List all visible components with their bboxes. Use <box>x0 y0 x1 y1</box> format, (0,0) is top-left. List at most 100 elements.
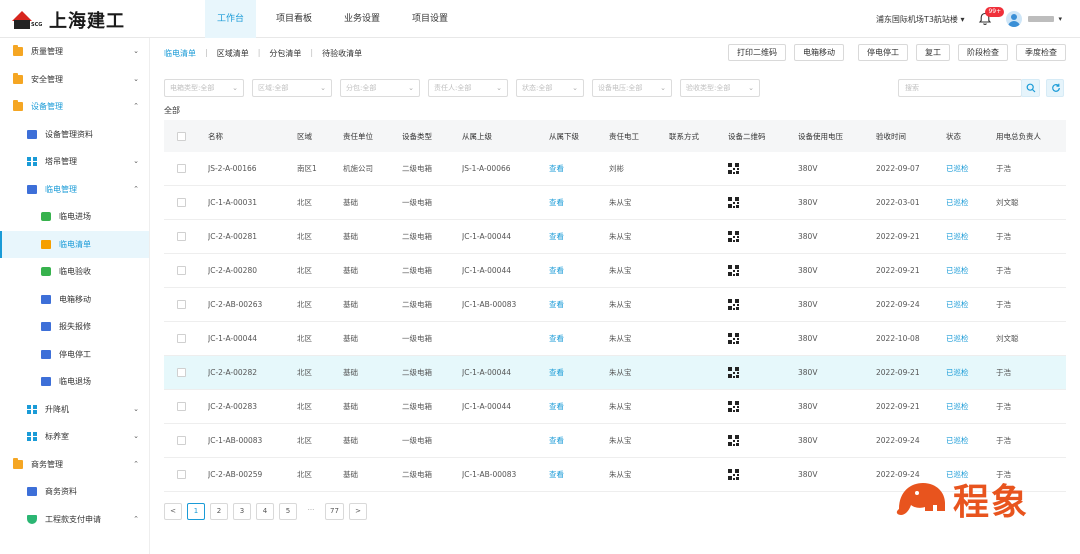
sidebar-item-0[interactable]: 质量管理 ⌄ <box>0 38 149 66</box>
search-input[interactable]: 搜索 <box>898 79 1022 97</box>
qr-code-icon[interactable] <box>728 299 739 310</box>
avatar[interactable] <box>1006 11 1023 27</box>
sidebar-item-10[interactable]: 报失报修 <box>0 313 149 341</box>
action-button-3[interactable]: 复工 <box>916 44 950 61</box>
chevron-down-icon[interactable]: ⌄ <box>133 47 139 55</box>
qr-code-icon[interactable] <box>728 163 739 174</box>
view-children-link[interactable]: 查看 <box>549 231 609 242</box>
sidebar-item-15[interactable]: 商务管理 ⌃ <box>0 451 149 479</box>
tab-3[interactable]: 待验收清单 <box>322 48 362 59</box>
view-children-link[interactable]: 查看 <box>549 401 609 412</box>
prev-page-button[interactable]: < <box>164 503 182 520</box>
status-link[interactable]: 已巡检 <box>946 163 996 174</box>
action-button-2[interactable]: 停电停工 <box>858 44 908 61</box>
status-link[interactable]: 已巡检 <box>946 299 996 310</box>
sidebar-item-11[interactable]: 停电停工 <box>0 341 149 369</box>
table-row[interactable]: JC-2-A-00280 北区 基础 二级电箱 JC-1-A-00044 查看 朱从宝 380… <box>164 254 1066 288</box>
chevron-up-icon[interactable]: ⌃ <box>133 515 139 523</box>
page-button[interactable]: 5 <box>279 503 297 520</box>
qr-code-icon[interactable] <box>728 435 739 446</box>
next-page-button[interactable]: > <box>349 503 367 520</box>
filter-select-4[interactable]: 状态:全部 ⌄ <box>516 79 584 97</box>
filter-select-6[interactable]: 验收类型:全部 ⌄ <box>680 79 760 97</box>
row-checkbox[interactable] <box>177 402 186 411</box>
chevron-down-icon[interactable]: ⌄ <box>133 432 139 440</box>
tab-0[interactable]: 临电清单 <box>164 48 196 59</box>
view-children-link[interactable]: 查看 <box>549 299 609 310</box>
qr-code-icon[interactable] <box>728 265 739 276</box>
action-button-4[interactable]: 阶段检查 <box>958 44 1008 61</box>
page-button[interactable]: 3 <box>233 503 251 520</box>
sidebar-item-9[interactable]: 电箱移动 <box>0 286 149 314</box>
status-link[interactable]: 已巡检 <box>946 197 996 208</box>
table-row[interactable]: JC-1-AB-00083 北区 基础 一级电箱 查看 朱从宝 380V 2022-09-24… <box>164 424 1066 458</box>
sidebar-item-14[interactable]: 标养室 ⌄ <box>0 423 149 451</box>
nav-item-0[interactable]: 工作台 <box>205 0 257 38</box>
sidebar-item-3[interactable]: 设备管理资料 <box>0 121 149 149</box>
sidebar-item-16[interactable]: 商务资料 <box>0 478 149 506</box>
view-children-link[interactable]: 查看 <box>549 333 609 344</box>
nav-item-1[interactable]: 项目看板 <box>264 0 324 38</box>
sidebar-item-6[interactable]: 临电进场 <box>0 203 149 231</box>
row-checkbox[interactable] <box>177 198 186 207</box>
select-all-checkbox[interactable] <box>177 131 186 141</box>
view-children-link[interactable]: 查看 <box>549 163 609 174</box>
sidebar-item-17[interactable]: 工程款支付申请 ⌃ <box>0 506 149 534</box>
site-select[interactable]: 浦东国际机场T3航站楼 ▾ <box>876 14 965 25</box>
sidebar-item-5[interactable]: 临电管理 ⌃ <box>0 176 149 204</box>
chevron-up-icon[interactable]: ⌃ <box>133 460 139 468</box>
table-row[interactable]: JC-1-A-00031 北区 基础 一级电箱 查看 朱从宝 380V 2022-03-01 已… <box>164 186 1066 220</box>
tab-2[interactable]: 分包清单 <box>269 48 301 59</box>
row-checkbox[interactable] <box>177 300 186 309</box>
filter-select-3[interactable]: 责任人:全部 ⌄ <box>428 79 508 97</box>
sidebar-item-4[interactable]: 塔吊管理 ⌄ <box>0 148 149 176</box>
qr-code-icon[interactable] <box>728 469 739 480</box>
filter-select-1[interactable]: 区域:全部 ⌄ <box>252 79 332 97</box>
status-link[interactable]: 已巡检 <box>946 401 996 412</box>
chevron-down-icon[interactable]: ⌄ <box>133 75 139 83</box>
page-button[interactable]: 1 <box>187 503 205 520</box>
table-row[interactable]: JC-2-A-00281 北区 基础 二级电箱 JC-1-A-00044 查看 朱从宝 380… <box>164 220 1066 254</box>
page-button[interactable]: 4 <box>256 503 274 520</box>
view-children-link[interactable]: 查看 <box>549 265 609 276</box>
nav-item-2[interactable]: 业务设置 <box>332 0 392 38</box>
table-row[interactable]: JC-2-AB-00263 北区 基础 二级电箱 JC-1-AB-00083 查看 朱从宝 3… <box>164 288 1066 322</box>
sidebar-item-8[interactable]: 临电验收 <box>0 258 149 286</box>
status-link[interactable]: 已巡检 <box>946 231 996 242</box>
table-row[interactable]: JC-1-A-00044 北区 基础 一级电箱 查看 朱从宝 380V 2022-10-08 已… <box>164 322 1066 356</box>
qr-code-icon[interactable] <box>728 197 739 208</box>
view-children-link[interactable]: 查看 <box>549 435 609 446</box>
action-button-1[interactable]: 电箱移动 <box>794 44 844 61</box>
view-children-link[interactable]: 查看 <box>549 197 609 208</box>
table-row[interactable]: JC-2-A-00283 北区 基础 二级电箱 JC-1-A-00044 查看 朱从宝 380… <box>164 390 1066 424</box>
status-link[interactable]: 已巡检 <box>946 333 996 344</box>
chevron-up-icon[interactable]: ⌃ <box>133 185 139 193</box>
filter-select-0[interactable]: 电箱类型:全部 ⌄ <box>164 79 244 97</box>
row-checkbox[interactable] <box>177 334 186 343</box>
caret-down-icon[interactable]: ▾ <box>1058 15 1062 23</box>
search-button[interactable] <box>1021 79 1040 97</box>
status-link[interactable]: 已巡检 <box>946 435 996 446</box>
view-children-link[interactable]: 查看 <box>549 367 609 378</box>
sidebar-item-13[interactable]: 升降机 ⌄ <box>0 396 149 424</box>
row-checkbox[interactable] <box>177 266 186 275</box>
table-row[interactable]: JC-2-A-00282 北区 基础 二级电箱 JC-1-A-00044 查看 朱从宝 380… <box>164 356 1066 390</box>
chevron-down-icon[interactable]: ⌄ <box>133 405 139 413</box>
qr-code-icon[interactable] <box>728 333 739 344</box>
row-checkbox[interactable] <box>177 232 186 241</box>
row-checkbox[interactable] <box>177 164 186 173</box>
last-page-button[interactable]: 77 <box>325 503 344 520</box>
row-checkbox[interactable] <box>177 436 186 445</box>
status-link[interactable]: 已巡检 <box>946 265 996 276</box>
sidebar-item-1[interactable]: 安全管理 ⌄ <box>0 66 149 94</box>
sidebar-item-12[interactable]: 临电退场 <box>0 368 149 396</box>
user-name-redacted[interactable] <box>1028 16 1055 22</box>
view-children-link[interactable]: 查看 <box>549 469 609 480</box>
qr-code-icon[interactable] <box>728 401 739 412</box>
sidebar-item-7[interactable]: 临电清单 <box>0 230 149 258</box>
qr-code-icon[interactable] <box>728 367 739 378</box>
chevron-down-icon[interactable]: ⌄ <box>133 157 139 165</box>
status-link[interactable]: 已巡检 <box>946 367 996 378</box>
row-checkbox[interactable] <box>177 368 186 377</box>
refresh-button[interactable] <box>1046 79 1064 97</box>
